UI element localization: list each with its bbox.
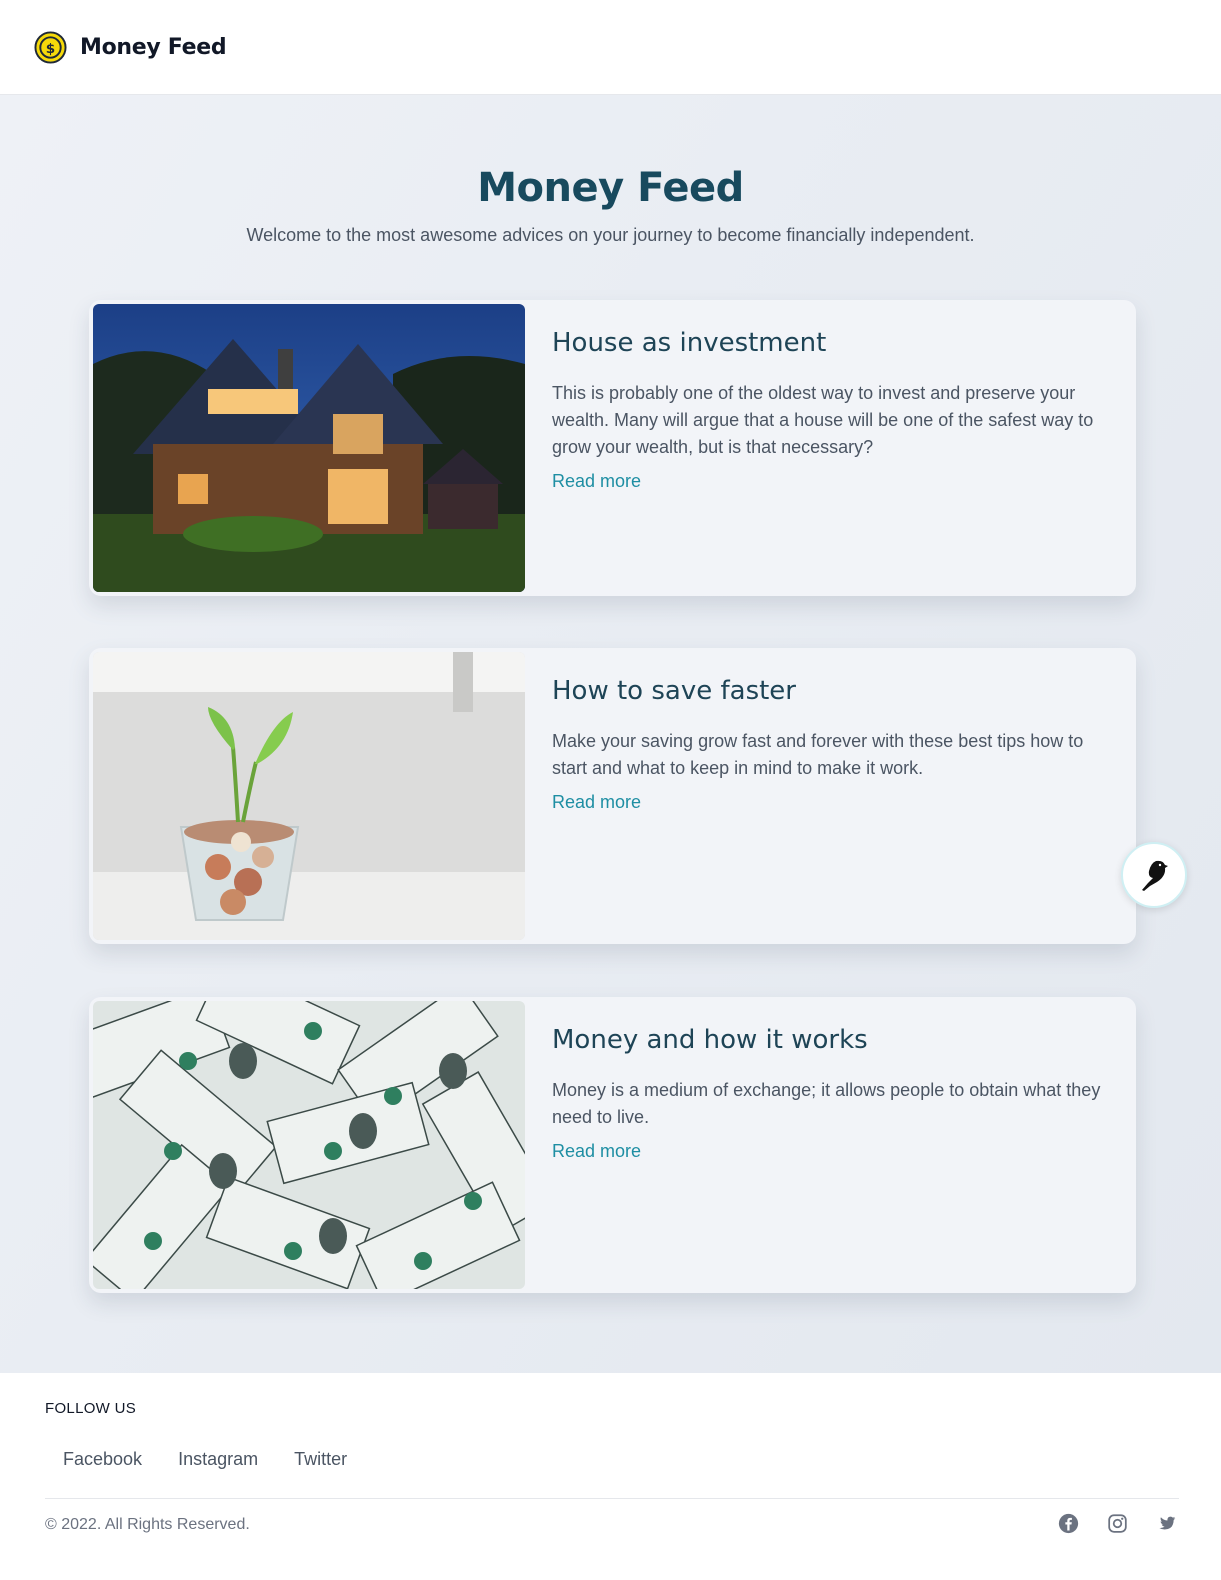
- article-card-saving: How to save faster Make your saving grow…: [89, 648, 1136, 944]
- page-subtitle: Welcome to the most awesome advices on y…: [246, 225, 975, 245]
- facebook-icon[interactable]: [1058, 1513, 1079, 1534]
- card-body: How to save faster Make your saving grow…: [529, 648, 1136, 944]
- article-card-house: House as investment This is probably one…: [89, 300, 1136, 596]
- svg-text:$: $: [46, 40, 55, 56]
- card-title: Money and how it works: [552, 1025, 868, 1055]
- twitter-link[interactable]: Twitter: [294, 1449, 347, 1470]
- instagram-icon[interactable]: [1107, 1513, 1128, 1534]
- copyright: © 2022. All Rights Reserved.: [45, 1516, 250, 1533]
- read-more-link[interactable]: Read more: [552, 1141, 641, 1162]
- bird-icon: [1142, 860, 1168, 891]
- plant-coins-photo: [93, 652, 525, 940]
- card-body: Money and how it works Money is a medium…: [529, 997, 1136, 1293]
- card-text: Money is a medium of exchange; it allows…: [552, 1080, 1101, 1127]
- footer-divider: [45, 1498, 1179, 1499]
- card-body: House as investment This is probably one…: [529, 300, 1136, 596]
- social-icons: [1058, 1513, 1177, 1534]
- wix-bird-button[interactable]: [1121, 842, 1187, 908]
- brand[interactable]: $ Money Feed: [34, 30, 227, 64]
- navbar: $ Money Feed: [0, 0, 1221, 95]
- card-text: This is probably one of the oldest way t…: [552, 383, 1094, 457]
- footer: FOLLOW US Facebook Instagram Twitter © 2…: [0, 1373, 1221, 1580]
- hero-section: Money Feed Welcome to the most awesome a…: [0, 95, 1221, 1373]
- page-title: Money Feed: [477, 165, 744, 211]
- card-title: How to save faster: [552, 676, 796, 706]
- social-links: Facebook Instagram Twitter: [63, 1449, 347, 1470]
- card-text: Make your saving grow fast and forever w…: [552, 731, 1084, 778]
- dollar-bills-photo: [93, 1001, 525, 1289]
- follow-us-heading: FOLLOW US: [45, 1400, 137, 1417]
- facebook-link[interactable]: Facebook: [63, 1449, 142, 1470]
- read-more-link[interactable]: Read more: [552, 471, 641, 492]
- article-card-money: Money and how it works Money is a medium…: [89, 997, 1136, 1293]
- dollar-coin-icon: $: [34, 30, 67, 64]
- card-title: House as investment: [552, 328, 827, 358]
- house-photo: [93, 304, 525, 592]
- read-more-link[interactable]: Read more: [552, 792, 641, 813]
- brand-name: Money Feed: [80, 34, 227, 60]
- instagram-link[interactable]: Instagram: [178, 1449, 258, 1470]
- twitter-icon[interactable]: [1156, 1513, 1177, 1534]
